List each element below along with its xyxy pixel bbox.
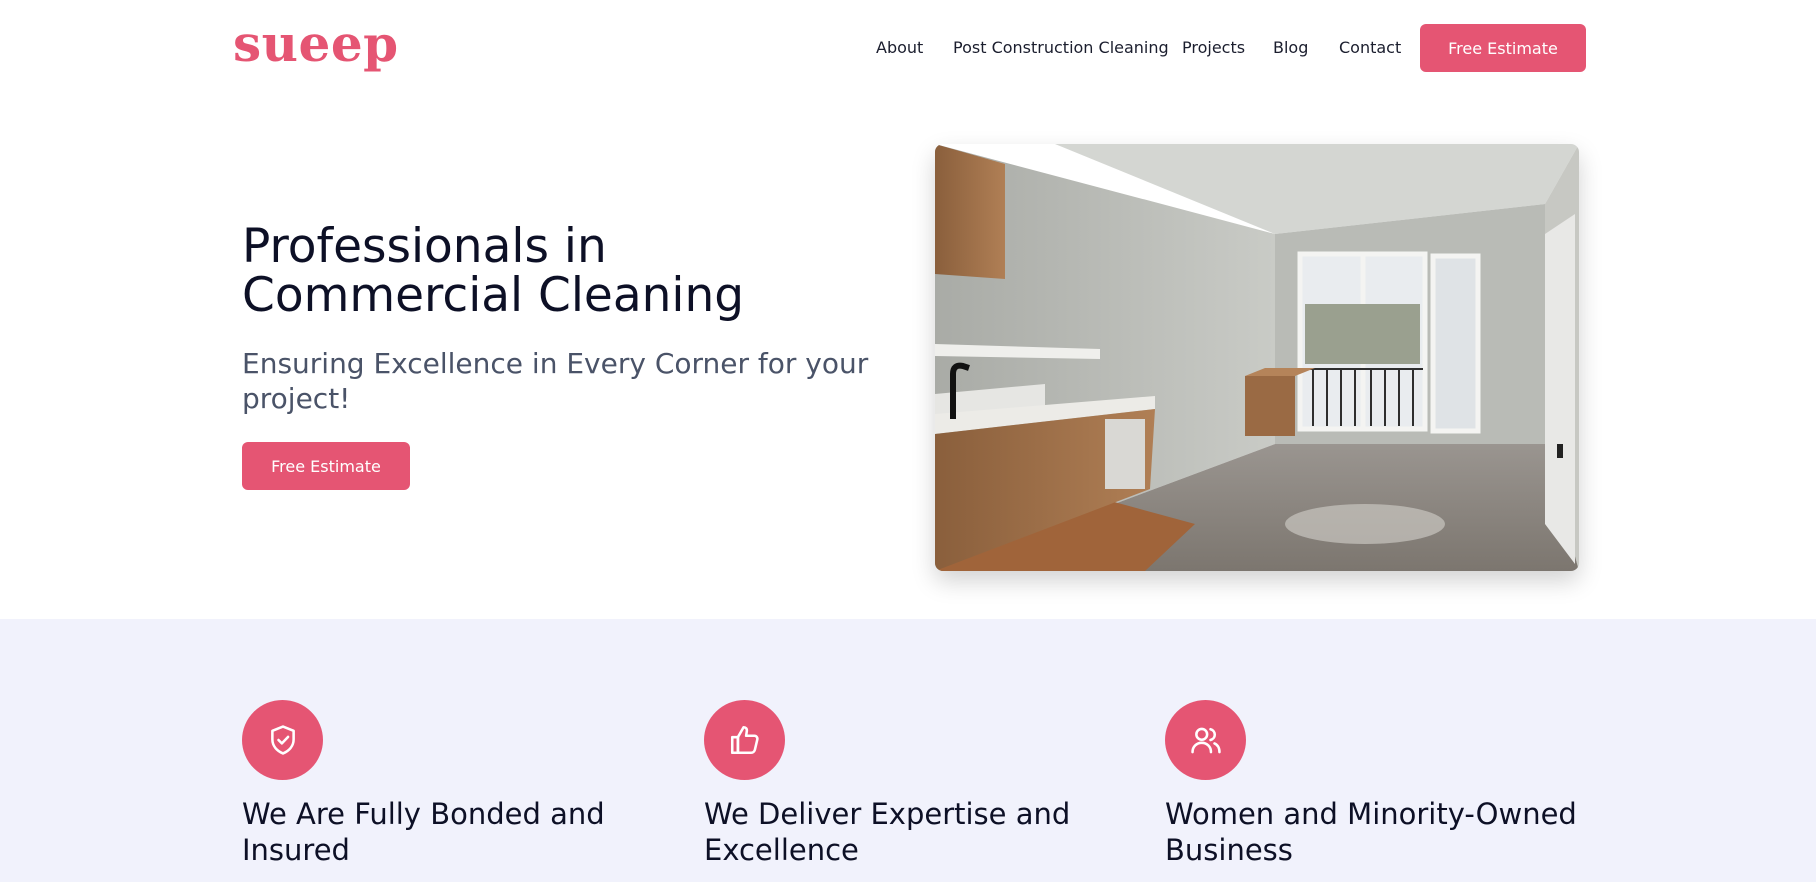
site-header: sueep About Post Construction Cleaning P… [0,0,1816,96]
feature-women-minority-owned: Women and Minority-Owned Business [1165,700,1585,868]
feature-bonded-insured: We Are Fully Bonded and Insured [242,700,662,868]
feature-title: We Are Fully Bonded and Insured [242,797,605,867]
feature-title: We Deliver Expertise and Excellence [704,797,1071,867]
thumbs-up-icon [704,700,785,780]
shield-check-icon [242,700,323,780]
hero-free-estimate-button[interactable]: Free Estimate [242,442,410,490]
hero-title: Professionals in Commercial Cleaning [242,219,745,323]
header-free-estimate-button[interactable]: Free Estimate [1420,24,1586,72]
feature-expertise-excellence: We Deliver Expertise and Excellence [704,700,1124,868]
hero-image [935,144,1579,571]
nav-link-projects[interactable]: Projects [1182,38,1245,58]
nav-link-contact[interactable]: Contact [1339,38,1401,58]
nav-link-blog[interactable]: Blog [1273,38,1308,58]
feature-title: Women and Minority-Owned Business [1165,797,1577,867]
nav-link-about[interactable]: About [876,38,923,58]
hero-subtitle: Ensuring Excellence in Every Corner for … [242,347,869,415]
nav-link-post-construction-cleaning[interactable]: Post Construction Cleaning [953,38,1169,58]
users-icon [1165,700,1246,780]
